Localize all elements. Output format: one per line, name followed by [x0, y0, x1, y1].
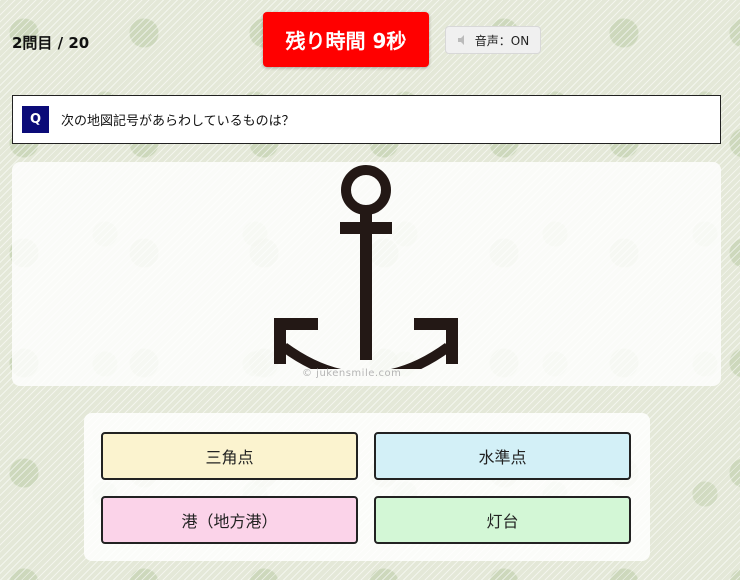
- answer-option-2[interactable]: 水準点: [374, 432, 631, 480]
- time-remaining-banner: 残り時間 9秒: [263, 12, 429, 67]
- anchor-icon: [274, 165, 458, 369]
- image-watermark: © jukensmile.com: [302, 368, 402, 379]
- answer-option-1[interactable]: 三角点: [101, 432, 358, 480]
- speaker-icon: [457, 35, 464, 45]
- answer-option-4[interactable]: 灯台: [374, 496, 631, 544]
- answer-option-3[interactable]: 港（地方港）: [101, 496, 358, 544]
- question-box: Q 次の地図記号があらわしているものは？: [12, 95, 721, 144]
- question-counter: 2問目 / 20: [12, 34, 90, 52]
- question-badge: Q: [22, 106, 49, 133]
- sound-toggle-label: 音声：ON: [474, 33, 530, 48]
- quiz-page: { "header": { "counter": "2問目 / 20", "ti…: [0, 0, 740, 580]
- sound-toggle-button[interactable]: 音声：ON: [445, 26, 541, 54]
- question-text: 次の地図記号があらわしているものは？: [61, 114, 295, 129]
